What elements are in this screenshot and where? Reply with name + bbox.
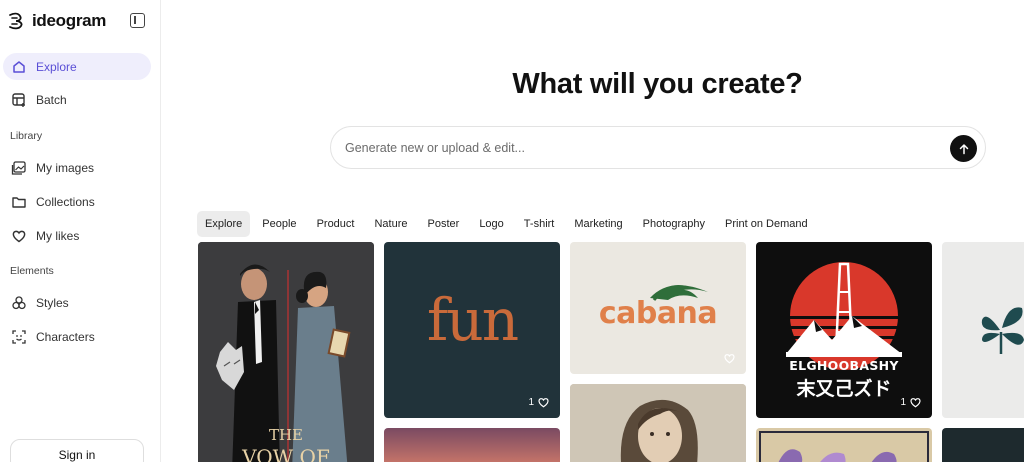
gallery-card-vow-poster[interactable]: THE VOW OF [198,242,374,462]
ideogram-logo-icon [9,12,23,30]
gallery-card-floral-print[interactable] [756,428,932,462]
sidebar-item-my-likes[interactable]: My likes [3,222,151,249]
styles-icon [11,295,27,311]
heart-icon [724,354,735,364]
sidebar-item-styles[interactable]: Styles [3,289,151,316]
tab-marketing[interactable]: Marketing [566,211,630,237]
leaf-logo-icon [981,307,1024,354]
heart-icon [11,228,27,244]
arrow-up-icon [959,143,968,154]
tab-t-shirt[interactable]: T-shirt [516,211,563,237]
gallery-card-sunset[interactable] [384,428,560,462]
like-counter[interactable]: 1 [900,396,922,408]
gallery-card-dark[interactable] [942,428,1024,462]
gallery-card-cabana-logo[interactable]: cabana [570,242,746,374]
batch-icon [11,92,27,108]
sidebar-item-label: Styles [36,295,69,310]
sign-in-button[interactable]: Sign in [10,439,144,462]
sidebar-item-my-images[interactable]: My images [3,154,151,181]
tab-logo[interactable]: Logo [471,211,511,237]
prompt-bar [330,126,986,169]
category-tabs: Explore People Product Nature Poster Log… [197,211,820,237]
tab-explore[interactable]: Explore [197,211,251,237]
sidebar-item-collections[interactable]: Collections [3,188,151,215]
brand-name: ideogram [32,11,107,30]
like-counter[interactable] [723,352,736,364]
characters-icon [11,329,27,345]
home-icon [11,59,27,75]
prompt-input[interactable] [345,138,925,158]
sidebar: ideogram Explore Batch Library My images… [0,0,161,462]
fun-logo-text: fun [426,286,519,354]
gallery-card-leaf-logo[interactable] [942,242,1024,418]
like-counter[interactable]: 1 [528,396,550,408]
sidebar-item-label: Collections [36,194,95,209]
elements-section-label: Elements [10,265,54,277]
cabana-logo-text: cabana [598,296,718,331]
sidebar-item-batch[interactable]: Batch [3,86,151,113]
heart-icon [910,398,921,408]
heart-icon [538,398,549,408]
like-count: 1 [528,396,534,408]
floral-pattern [759,431,929,462]
gallery-card-elghoobashy-tee[interactable]: ELGHOOBASHY 末又己ズド 1 [756,242,932,418]
sidebar-item-label: Characters [36,329,95,344]
brand[interactable]: ideogram [8,11,106,31]
tab-poster[interactable]: Poster [420,211,468,237]
tab-nature[interactable]: Nature [366,211,415,237]
vow-poster-title-line1: THE [269,426,303,444]
submit-button[interactable] [950,135,977,162]
gallery-card-portrait-photo[interactable] [570,384,746,462]
sidebar-item-label: My likes [36,228,80,243]
folder-icon [11,194,27,210]
vow-poster-image: THE VOW OF [198,242,374,462]
vow-poster-title-line2: VOW OF [241,445,330,462]
tab-photography[interactable]: Photography [635,211,713,237]
sidebar-item-explore[interactable]: Explore [3,53,151,80]
portrait-image [570,384,746,462]
tab-product[interactable]: Product [309,211,363,237]
sidebar-item-characters[interactable]: Characters [3,323,151,350]
images-icon [11,160,27,176]
page-title: What will you create? [512,68,803,100]
sidebar-item-label: Explore [36,59,77,74]
sidebar-item-label: Batch [36,92,67,107]
gallery-card-fun-logo[interactable]: fun 1 [384,242,560,418]
tab-people[interactable]: People [254,211,304,237]
tab-print-on-demand[interactable]: Print on Demand [717,211,816,237]
sidebar-item-label: My images [36,160,95,175]
sidebar-collapse-icon[interactable] [130,13,145,28]
library-section-label: Library [10,130,43,142]
elghoobashy-title: ELGHOOBASHY [789,358,899,373]
like-count: 1 [900,396,906,408]
